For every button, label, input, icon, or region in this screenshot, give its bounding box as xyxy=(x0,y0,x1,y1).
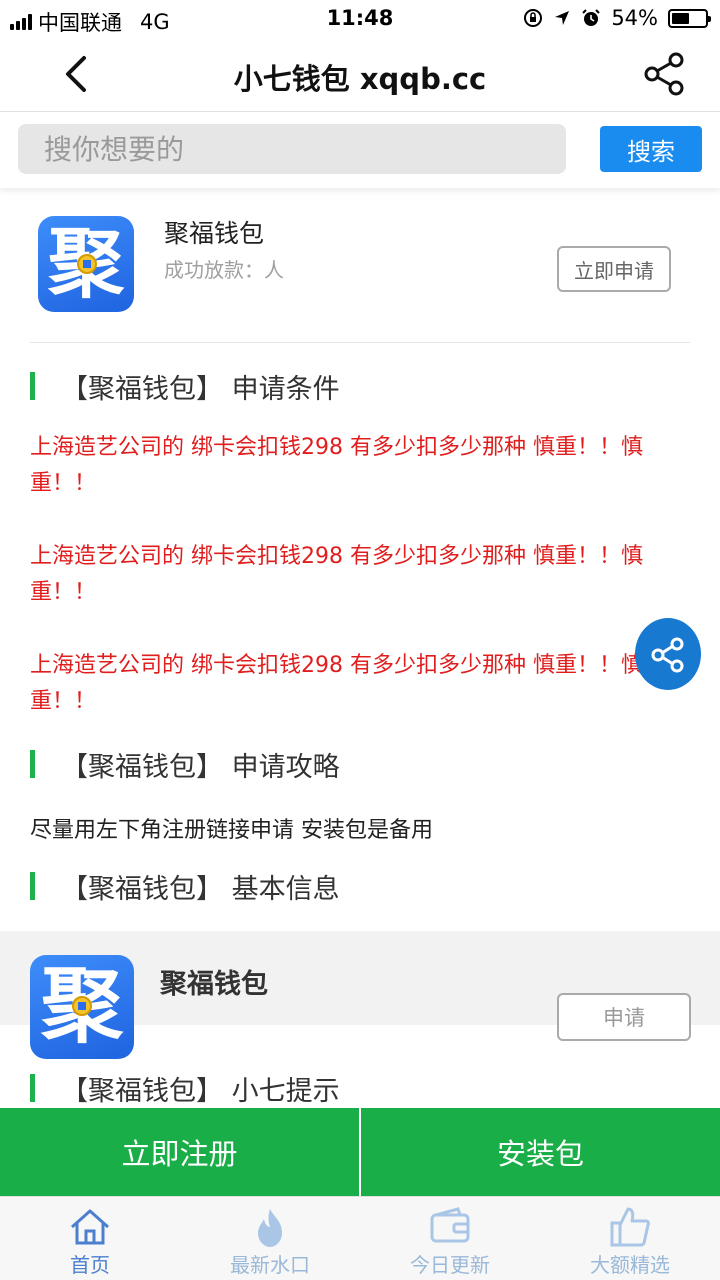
battery-percent: 54% xyxy=(611,6,658,30)
app-logo: 聚 xyxy=(38,216,134,312)
warning-text: 上海造艺公司的 绑卡会扣钱298 有多少扣多少那种 慎重！！慎重！！ xyxy=(30,653,643,714)
tab-home[interactable]: 首页 xyxy=(0,1197,180,1280)
page-title: 小七钱包 xqqb.cc xyxy=(233,62,487,96)
tab-label: 最新水口 xyxy=(230,1253,310,1277)
section-basic-info: 【聚福钱包】 基本信息 xyxy=(30,866,340,906)
status-right: 54% xyxy=(523,6,711,30)
info-card-logo: 聚 xyxy=(30,955,134,1059)
divider xyxy=(30,342,690,343)
section-bar xyxy=(30,372,35,400)
warning-text: 上海造艺公司的 绑卡会扣钱298 有多少扣多少那种 慎重！！慎重！！ xyxy=(30,435,643,496)
install-package-button[interactable]: 安装包 xyxy=(361,1108,720,1196)
strategy-text: 尽量用左下角注册链接申请 安装包是备用 xyxy=(30,818,433,843)
coin-icon xyxy=(72,996,92,1016)
alarm-icon xyxy=(582,9,601,26)
rotation-lock-icon xyxy=(524,9,543,27)
section-bar xyxy=(30,1074,35,1102)
location-arrow-icon xyxy=(555,11,570,25)
status-bar: 中国联通 4G 11:48 54% xyxy=(0,0,720,38)
share-icon[interactable] xyxy=(640,50,688,98)
apply-button[interactable]: 申请 xyxy=(557,993,691,1041)
warning-text: 上海造艺公司的 绑卡会扣钱298 有多少扣多少那种 慎重！！慎重！！ xyxy=(30,544,643,605)
section-tips: 【聚福钱包】 小七提示 xyxy=(30,1068,340,1108)
floating-share-button[interactable] xyxy=(635,618,701,690)
search-input[interactable] xyxy=(18,124,566,174)
action-bar: 立即注册 安装包 xyxy=(0,1108,720,1196)
section-bar xyxy=(30,750,35,778)
app-name: 聚福钱包 xyxy=(164,219,265,248)
app-header: 聚 聚福钱包 成功放款：人 立即申请 xyxy=(0,188,720,344)
tab-latest[interactable]: 最新水口 xyxy=(180,1197,360,1280)
wallet-icon xyxy=(430,1207,470,1243)
search-bar: 搜索 xyxy=(0,112,720,188)
thumbs-up-icon xyxy=(610,1207,650,1247)
section-conditions: 【聚福钱包】 申请条件 xyxy=(30,366,340,406)
nav-bar: 小七钱包 xqqb.cc xyxy=(0,38,720,112)
coin-icon xyxy=(77,254,97,274)
tab-today[interactable]: 今日更新 xyxy=(360,1197,540,1280)
app-loan-stat: 成功放款：人 xyxy=(164,258,284,282)
apply-now-button[interactable]: 立即申请 xyxy=(557,246,671,292)
tab-label: 今日更新 xyxy=(410,1253,490,1277)
section-conditions-title: 【聚福钱包】 申请条件 xyxy=(61,373,340,405)
tab-bar: 首页 最新水口 今日更新 大额精选 xyxy=(0,1196,720,1280)
section-basic-info-title: 【聚福钱包】 基本信息 xyxy=(61,873,340,905)
register-button[interactable]: 立即注册 xyxy=(0,1108,359,1196)
section-strategy: 【聚福钱包】 申请攻略 xyxy=(30,744,340,784)
section-strategy-title: 【聚福钱包】 申请攻略 xyxy=(61,751,340,783)
section-bar xyxy=(30,872,35,900)
section-tips-title: 【聚福钱包】 小七提示 xyxy=(61,1075,340,1107)
battery-icon xyxy=(668,8,711,28)
tab-label: 大额精选 xyxy=(590,1253,670,1277)
home-icon xyxy=(71,1209,109,1245)
battery-fill xyxy=(672,12,690,24)
tab-selected[interactable]: 大额精选 xyxy=(540,1197,720,1280)
tab-label: 首页 xyxy=(70,1253,110,1277)
flame-icon xyxy=(258,1209,282,1247)
search-button[interactable]: 搜索 xyxy=(600,126,702,172)
info-card-name: 聚福钱包 xyxy=(160,969,268,1000)
share-icon xyxy=(651,637,684,673)
